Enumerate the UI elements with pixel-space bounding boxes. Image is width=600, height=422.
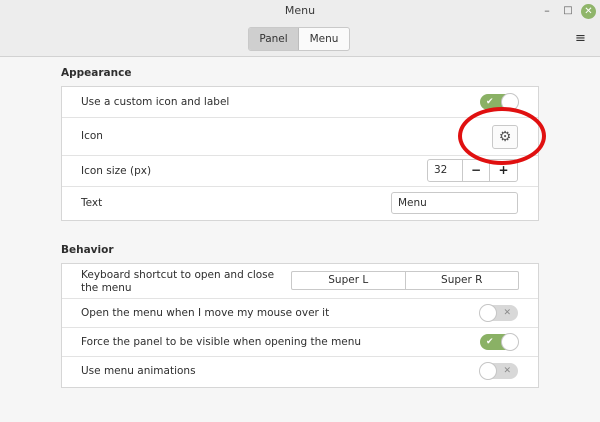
highlight-circle	[458, 107, 546, 165]
tab-panel[interactable]: Panel	[249, 28, 299, 50]
icon-size-input[interactable]: 32	[428, 160, 463, 181]
check-icon: ✔	[486, 337, 494, 347]
behavior-panel: Keyboard shortcut to open and close the …	[61, 263, 539, 388]
section-title-appearance: Appearance	[61, 67, 132, 79]
text-row: Text Menu	[62, 187, 538, 220]
minimize-icon[interactable]: –	[540, 4, 554, 18]
icon-size-row: Icon size (px) 32 − +	[62, 156, 538, 187]
shortcut-key-1[interactable]: Super L	[292, 272, 406, 289]
cross-icon: ✕	[503, 308, 511, 318]
force-panel-label: Force the panel to be visible when openi…	[81, 336, 362, 348]
force-panel-switch[interactable]: ✔	[480, 333, 519, 351]
hover-open-switch[interactable]: ✕	[479, 304, 518, 322]
cross-icon: ✕	[503, 366, 511, 376]
section-title-behavior: Behavior	[61, 244, 114, 256]
switch-knob	[501, 333, 519, 351]
shortcut-keys: Super L Super R	[291, 271, 519, 290]
animations-switch[interactable]: ✕	[479, 362, 518, 380]
close-icon[interactable]: ✕	[581, 4, 596, 19]
force-panel-row: Force the panel to be visible when openi…	[62, 328, 538, 357]
switch-knob	[479, 304, 497, 322]
animations-row: Use menu animations ✕	[62, 357, 538, 387]
icon-label: Icon	[81, 130, 103, 142]
custom-icon-label: Use a custom icon and label	[81, 96, 230, 108]
title-bar: Menu – □ ✕ Panel Menu ≡	[0, 0, 600, 57]
maximize-icon[interactable]: □	[561, 4, 575, 18]
tab-switcher: Panel Menu	[248, 27, 350, 51]
shortcut-label: Keyboard shortcut to open and close the …	[81, 269, 275, 294]
hamburger-menu-icon[interactable]: ≡	[575, 32, 586, 45]
shortcut-row: Keyboard shortcut to open and close the …	[62, 264, 538, 299]
custom-icon-row: Use a custom icon and label ✔	[62, 87, 538, 118]
text-label: Text	[81, 197, 103, 209]
switch-knob	[479, 362, 497, 380]
hover-open-row: Open the menu when I move my mouse over …	[62, 299, 538, 328]
animations-label: Use menu animations	[81, 365, 196, 377]
text-input[interactable]: Menu	[391, 192, 518, 214]
tab-menu[interactable]: Menu	[299, 28, 349, 50]
icon-size-label: Icon size (px)	[81, 165, 152, 177]
window-title: Menu	[284, 4, 316, 17]
hover-open-label: Open the menu when I move my mouse over …	[81, 307, 330, 319]
shortcut-key-2[interactable]: Super R	[406, 272, 519, 289]
